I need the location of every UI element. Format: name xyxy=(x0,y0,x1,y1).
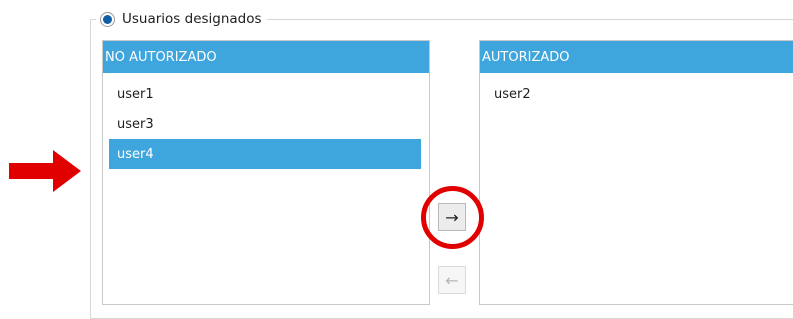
unauthorized-list-header: NO AUTORIZADO xyxy=(103,41,429,73)
authorized-list[interactable]: user2 xyxy=(480,73,793,109)
unauthorized-list[interactable]: user1 user3 user4 xyxy=(103,73,429,169)
list-item-selected[interactable]: user4 xyxy=(109,139,421,169)
list-item[interactable]: user1 xyxy=(109,79,421,109)
designated-users-radio[interactable]: Usuarios designados xyxy=(96,8,267,30)
red-arrow-right-icon xyxy=(9,150,81,192)
list-item[interactable]: user2 xyxy=(480,79,793,109)
move-left-button[interactable]: ← xyxy=(438,266,466,294)
move-right-button[interactable]: → xyxy=(438,203,466,231)
list-item[interactable]: user3 xyxy=(109,109,421,139)
authorized-list-panel: AUTORIZADO user2 xyxy=(479,40,793,305)
radio-label: Usuarios designados xyxy=(122,11,262,27)
radio-selected-dot xyxy=(103,14,112,24)
unauthorized-list-panel: NO AUTORIZADO user1 user3 user4 xyxy=(102,40,430,305)
radio-button[interactable] xyxy=(100,11,115,27)
authorized-list-header: AUTORIZADO xyxy=(480,41,793,73)
